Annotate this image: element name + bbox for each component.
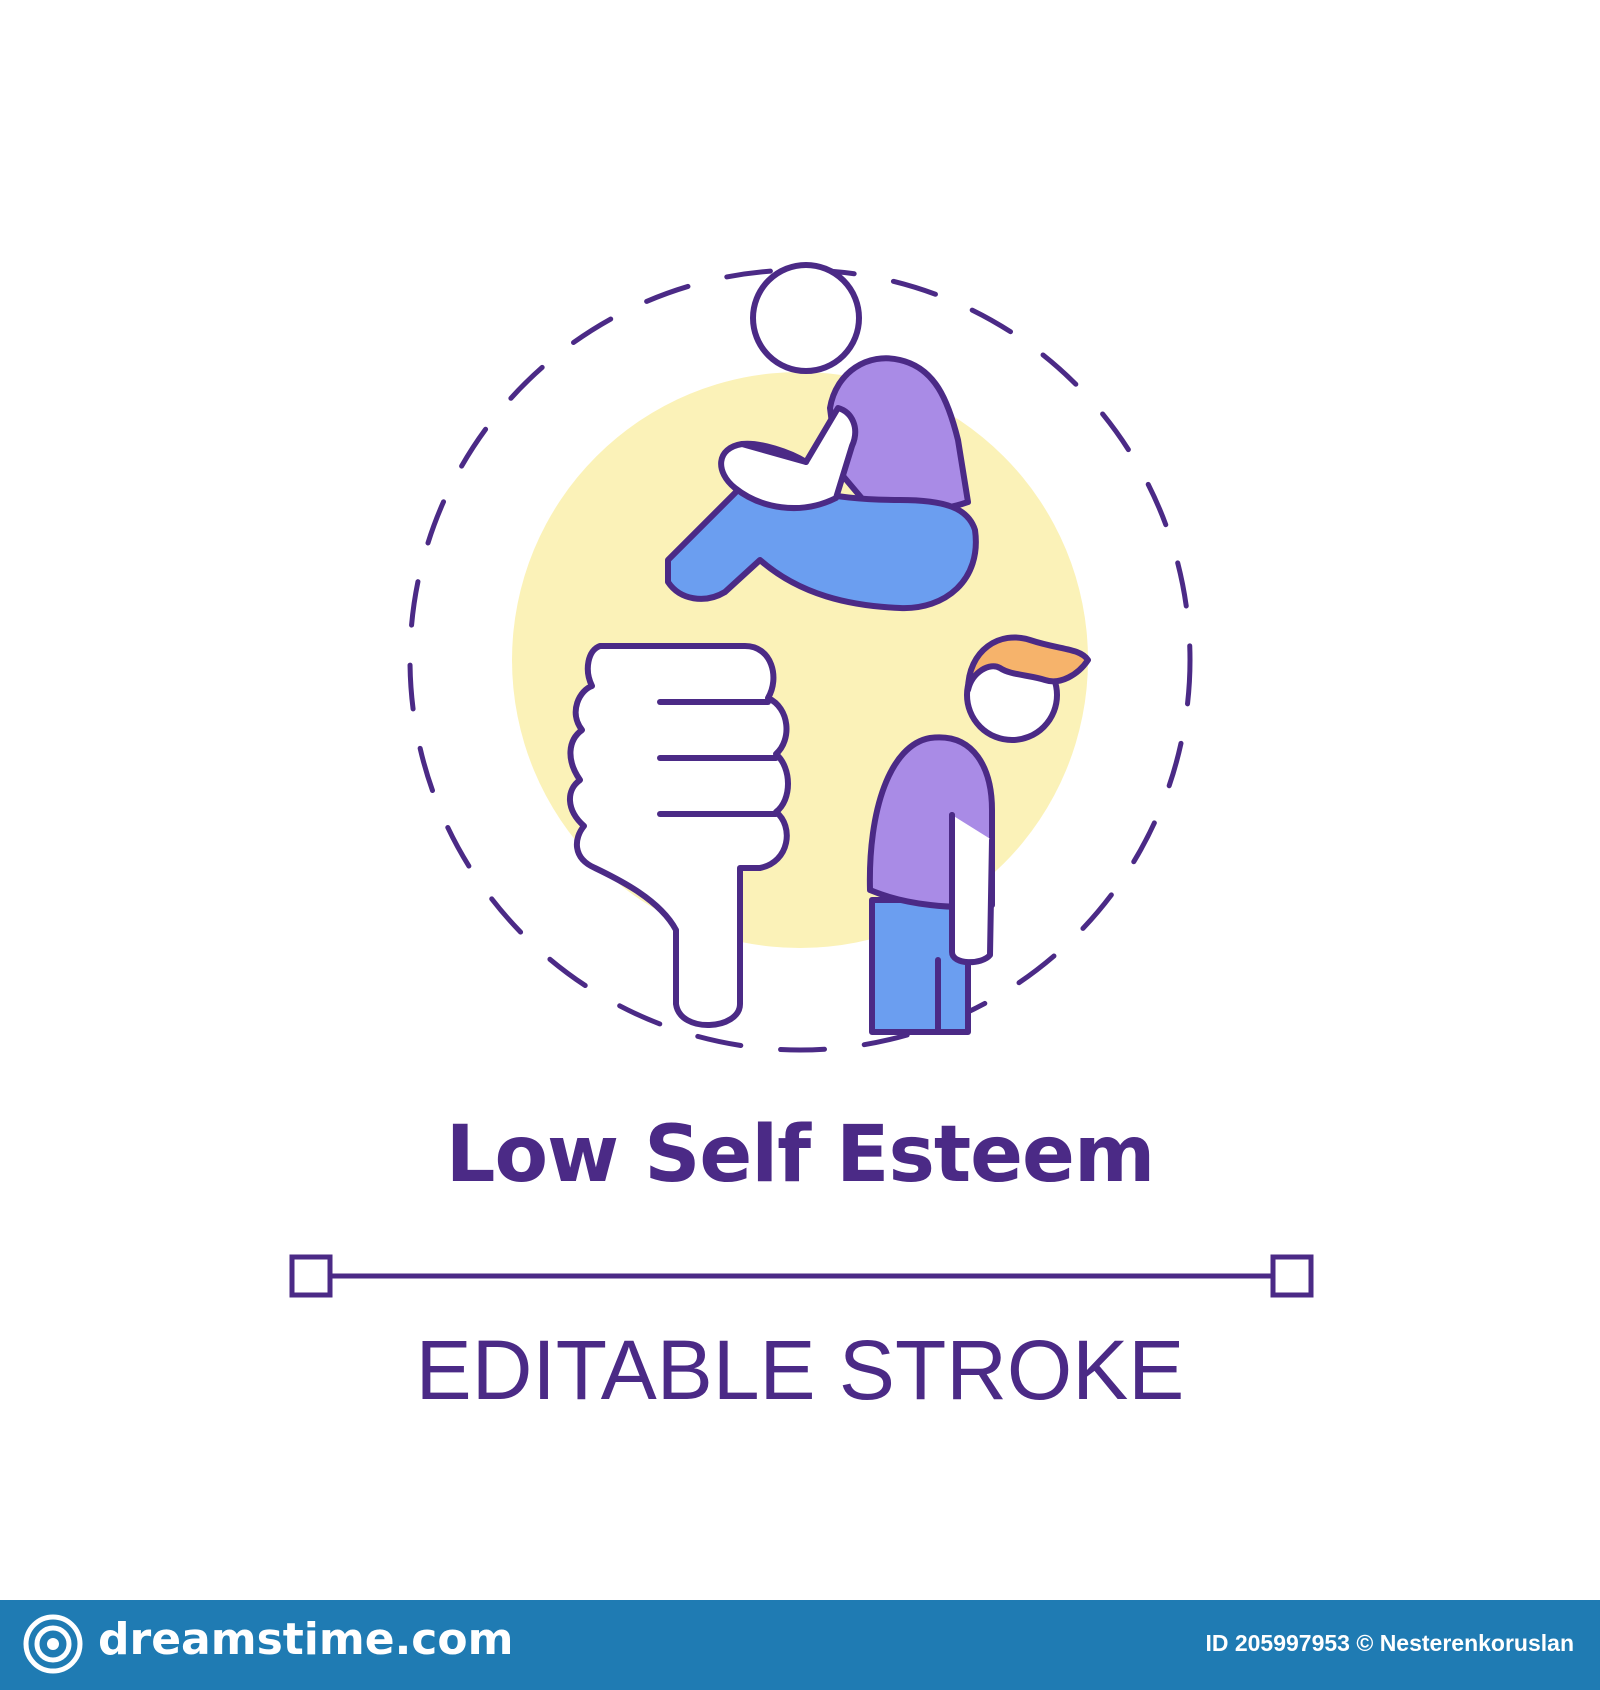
dreamstime-logo-icon xyxy=(23,1614,83,1674)
brand-name: dreamstime.com xyxy=(98,1614,514,1665)
artwork-canvas: Low Self Esteem EDITABLE STROKE xyxy=(0,0,1600,1600)
footer-bar: dreamstime.com ID 205997953 © Nesterenko… xyxy=(0,1600,1600,1690)
divider-left-handle xyxy=(289,1254,333,1298)
divider-right-handle xyxy=(1270,1254,1314,1298)
image-credit: ID 205997953 © Nesterenkoruslan xyxy=(1205,1630,1574,1656)
editable-stroke-caption: EDITABLE STROKE xyxy=(415,1323,1185,1417)
